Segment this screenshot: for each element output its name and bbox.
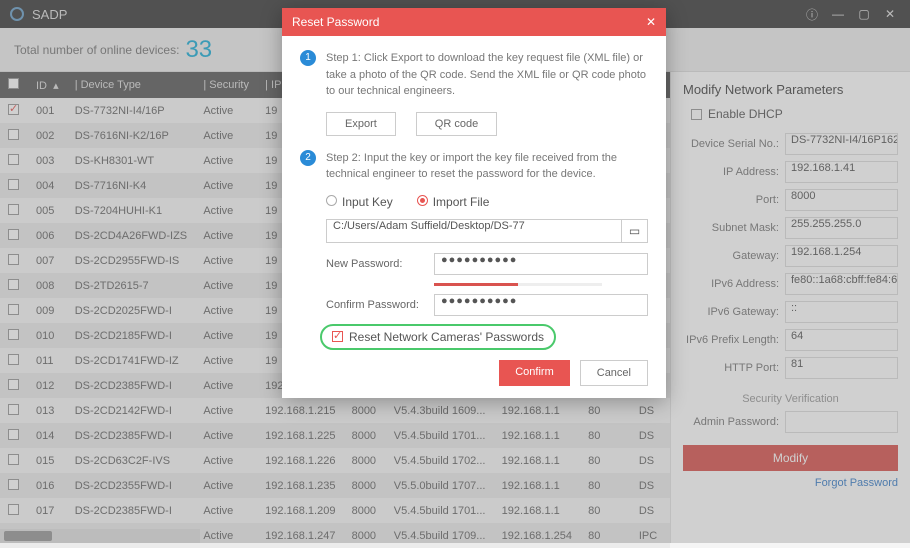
reset-cameras-highlight: Reset Network Cameras' Passwords xyxy=(320,324,556,350)
modal-header: Reset Password ✕ xyxy=(282,8,666,36)
modal-title: Reset Password xyxy=(292,15,379,29)
file-path-input[interactable]: C:/Users/Adam Suffield/Desktop/DS-77 xyxy=(326,219,622,243)
input-key-radio[interactable]: Input Key xyxy=(326,195,393,209)
export-button[interactable]: Export xyxy=(326,112,396,136)
confirm-password-label: Confirm Password: xyxy=(326,299,434,311)
reset-cameras-label: Reset Network Cameras' Passwords xyxy=(349,330,544,344)
confirm-button[interactable]: Confirm xyxy=(499,360,570,386)
step-2-badge: 2 xyxy=(300,150,316,166)
modal-close-icon[interactable]: ✕ xyxy=(646,15,656,29)
confirm-password-input[interactable]: ●●●●●●●●●● xyxy=(434,294,648,316)
folder-icon: ▭ xyxy=(629,224,640,238)
step-1-text: Step 1: Click Export to download the key… xyxy=(326,50,648,100)
step-1-badge: 1 xyxy=(300,50,316,66)
reset-password-modal: Reset Password ✕ 1 Step 1: Click Export t… xyxy=(282,8,666,398)
browse-button[interactable]: ▭ xyxy=(622,219,648,243)
cancel-button[interactable]: Cancel xyxy=(580,360,648,386)
qr-code-button[interactable]: QR code xyxy=(416,112,497,136)
new-password-input[interactable]: ●●●●●●●●●● xyxy=(434,253,648,275)
new-password-label: New Password: xyxy=(326,258,434,270)
step-2-text: Step 2: Input the key or import the key … xyxy=(326,150,648,183)
password-strength-bar xyxy=(434,283,602,286)
import-file-radio[interactable]: Import File xyxy=(417,195,490,209)
reset-cameras-checkbox[interactable] xyxy=(332,331,343,342)
